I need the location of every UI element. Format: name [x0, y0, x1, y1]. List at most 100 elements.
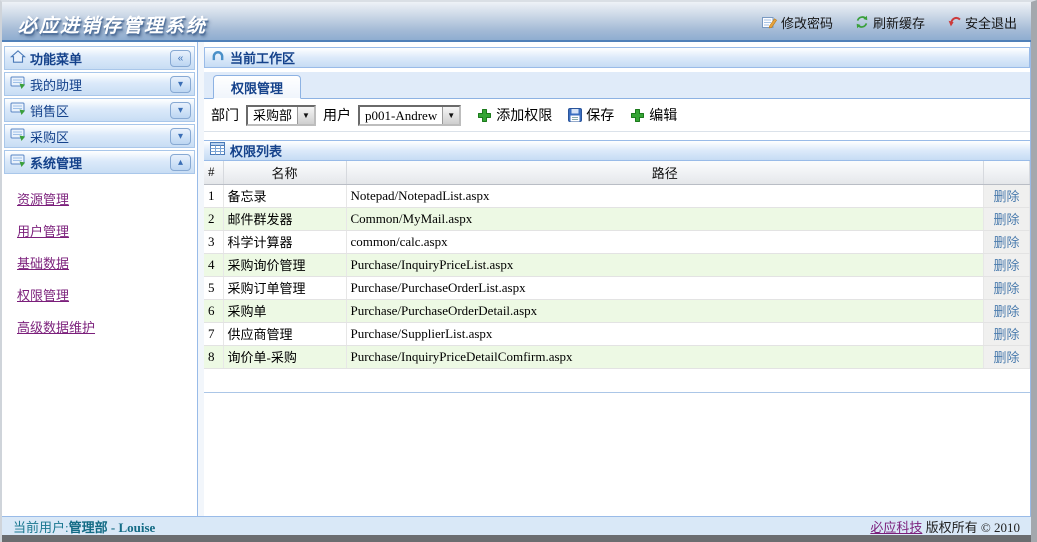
row-number: 7: [204, 322, 223, 345]
sidebar-section-my-assistant[interactable]: 我的助理 ▾: [4, 72, 195, 96]
delete-link[interactable]: 删除: [993, 281, 1019, 296]
row-number: 8: [204, 345, 223, 368]
permission-name: 采购询价管理: [223, 253, 346, 276]
home-icon: [10, 49, 26, 68]
workspace-header: 当前工作区: [204, 47, 1030, 68]
current-user-status: 当前用户:管理部 - Louise: [13, 517, 155, 536]
sidebar-links-panel: 资源管理 用户管理 基础数据 权限管理 高级数据维护: [4, 176, 195, 516]
delete-link[interactable]: 删除: [993, 258, 1019, 273]
delete-link[interactable]: 删除: [993, 304, 1019, 319]
permission-name: 邮件群发器: [223, 207, 346, 230]
column-header-index[interactable]: #: [204, 161, 223, 184]
edit-password-icon: [762, 15, 777, 29]
permission-name: 采购订单管理: [223, 276, 346, 299]
menu-card-icon: [10, 74, 26, 94]
table-icon: [210, 142, 225, 159]
chevron-down-icon[interactable]: ▾: [170, 76, 191, 93]
app-window: 必应进销存管理系统 修改密码 刷新缓存 安全退出: [0, 0, 1037, 542]
permission-path: Purchase/PurchaseOrderDetail.aspx: [346, 299, 984, 322]
save-button[interactable]: 保存: [568, 105, 614, 125]
delete-link[interactable]: 删除: [993, 212, 1019, 227]
department-label: 部门: [211, 105, 239, 125]
sidebar-item-resource-admin[interactable]: 资源管理: [17, 189, 195, 208]
permission-path: Purchase/PurchaseOrderList.aspx: [346, 276, 984, 299]
status-bar: 当前用户:管理部 - Louise 必应科技 版权所有 © 2010: [2, 516, 1031, 535]
row-number: 6: [204, 299, 223, 322]
chevron-down-icon[interactable]: ▾: [170, 128, 191, 145]
sidebar: 功能菜单 « 我的助理 ▾ 销售区 ▾: [2, 42, 198, 516]
permission-path: Purchase/SupplierList.aspx: [346, 322, 984, 345]
row-number: 1: [204, 184, 223, 207]
tab-body-whitespace: [204, 393, 1030, 517]
table-row[interactable]: 4 采购询价管理 Purchase/InquiryPriceList.aspx …: [204, 253, 1030, 276]
table-row[interactable]: 3 科学计算器 common/calc.aspx 删除: [204, 230, 1030, 253]
sidebar-item-base-data[interactable]: 基础数据: [17, 253, 195, 272]
delete-link[interactable]: 删除: [993, 235, 1019, 250]
sidebar-section-system-admin[interactable]: 系统管理 ▴: [4, 150, 195, 174]
user-select[interactable]: p001-Andrew ▼: [358, 105, 461, 126]
grid-empty-space: [204, 369, 1030, 392]
workspace-icon: [211, 49, 225, 66]
chevron-down-icon[interactable]: ▾: [170, 102, 191, 119]
delete-link[interactable]: 删除: [993, 327, 1019, 342]
permission-name: 供应商管理: [223, 322, 346, 345]
save-label: 保存: [586, 105, 614, 125]
row-number: 4: [204, 253, 223, 276]
edit-button[interactable]: 编辑: [630, 105, 677, 125]
sidebar-item-permission-admin[interactable]: 权限管理: [17, 285, 195, 304]
table-row[interactable]: 2 邮件群发器 Common/MyMail.aspx 删除: [204, 207, 1030, 230]
sidebar-section-sales[interactable]: 销售区 ▾: [4, 98, 195, 122]
add-permission-button[interactable]: 添加权限: [477, 105, 552, 125]
user-label: 用户: [323, 105, 351, 125]
chevron-up-icon[interactable]: ▴: [170, 154, 191, 171]
table-row[interactable]: 7 供应商管理 Purchase/SupplierList.aspx 删除: [204, 322, 1030, 345]
sidebar-item-advanced-data[interactable]: 高级数据维护: [17, 317, 195, 336]
sidebar-item-user-admin[interactable]: 用户管理: [17, 221, 195, 240]
column-header-name[interactable]: 名称: [223, 161, 346, 184]
current-user-department: 管理部: [69, 520, 108, 535]
save-icon: [568, 108, 582, 122]
table-row[interactable]: 6 采购单 Purchase/PurchaseOrderDetail.aspx …: [204, 299, 1030, 322]
refresh-cache-link[interactable]: 刷新缓存: [855, 13, 925, 32]
row-number: 2: [204, 207, 223, 230]
column-header-path[interactable]: 路径: [346, 161, 984, 184]
delete-link[interactable]: 删除: [993, 350, 1019, 365]
copyright-text: 版权所有 © 2010: [922, 520, 1020, 535]
permission-path: common/calc.aspx: [346, 230, 984, 253]
app-title: 必应进销存管理系统: [18, 5, 207, 38]
section-label: 销售区: [30, 101, 166, 120]
sidebar-section-purchase[interactable]: 采购区 ▾: [4, 124, 195, 148]
add-icon: [477, 108, 492, 123]
table-row[interactable]: 8 询价单-采购 Purchase/InquiryPriceDetailComf…: [204, 345, 1030, 368]
logout-link[interactable]: 安全退出: [947, 13, 1017, 32]
sidebar-collapse-button[interactable]: «: [170, 50, 191, 67]
grid-header-bar: 权限列表: [204, 140, 1030, 161]
edit-plus-icon: [630, 108, 645, 123]
menu-card-icon: [10, 152, 26, 172]
add-permission-label: 添加权限: [496, 105, 552, 125]
column-header-actions: [984, 161, 1030, 184]
permission-name: 备忘录: [223, 184, 346, 207]
tab-permission-admin[interactable]: 权限管理: [213, 75, 301, 99]
user-separator: -: [108, 520, 119, 535]
permission-name: 科学计算器: [223, 230, 346, 253]
department-select[interactable]: 采购部 ▼: [246, 105, 316, 126]
tab-strip: 权限管理: [204, 72, 1030, 99]
table-header-row: # 名称 路径: [204, 161, 1030, 184]
menu-card-icon: [10, 100, 26, 120]
logout-icon: [947, 15, 961, 29]
company-link[interactable]: 必应科技: [870, 520, 922, 535]
table-row[interactable]: 5 采购订单管理 Purchase/PurchaseOrderList.aspx…: [204, 276, 1030, 299]
content-area: 功能菜单 « 我的助理 ▾ 销售区 ▾: [2, 42, 1031, 516]
menu-card-icon: [10, 126, 26, 146]
row-number: 5: [204, 276, 223, 299]
workspace-title: 当前工作区: [230, 48, 295, 67]
refresh-cache-label: 刷新缓存: [873, 13, 925, 32]
table-row[interactable]: 1 备忘录 Notepad/NotepadList.aspx 删除: [204, 184, 1030, 207]
grid-title: 权限列表: [230, 141, 282, 160]
delete-link[interactable]: 删除: [993, 189, 1019, 204]
edit-label: 编辑: [649, 105, 677, 125]
sidebar-title: 功能菜单: [30, 49, 166, 68]
change-password-link[interactable]: 修改密码: [762, 13, 833, 32]
section-label: 我的助理: [30, 75, 166, 94]
